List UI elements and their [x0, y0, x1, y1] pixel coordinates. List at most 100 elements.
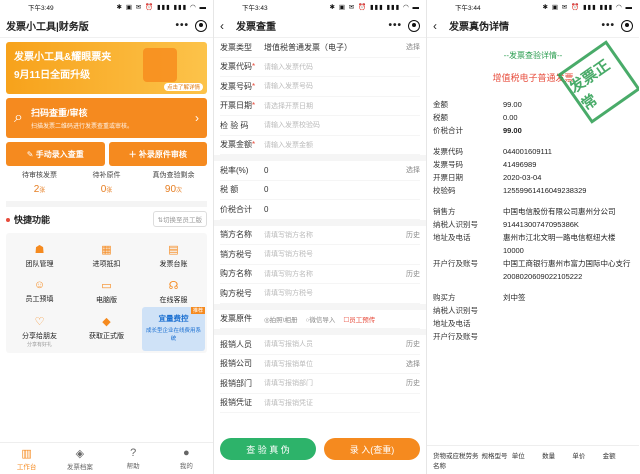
- grid-item-promo[interactable]: 推荐 宜量费控 成长型企业在线费用系统: [140, 307, 207, 351]
- verify-button[interactable]: 查 验 真 伪: [220, 438, 316, 460]
- field-label: 税率(%): [220, 165, 249, 175]
- banner-details-link[interactable]: 点击了解详情: [163, 83, 203, 91]
- company-input[interactable]: 请填写报销单位: [264, 359, 406, 369]
- amount-input[interactable]: 请输入发票金额: [264, 140, 420, 150]
- seller-taxid-input[interactable]: 请填写销方税号: [264, 249, 420, 259]
- close-target-icon[interactable]: [621, 19, 633, 32]
- history-link[interactable]: 历史: [406, 230, 420, 240]
- total-value: 99.00: [503, 126, 522, 135]
- seller-bank-row: 开户行及账号 中国工商银行惠州市富力国际中心支行 2008020609022105…: [427, 257, 639, 283]
- date-input[interactable]: 请选择开票日期: [264, 101, 420, 111]
- stat-value: 90: [164, 184, 177, 195]
- field-label: 报销部门: [220, 378, 252, 388]
- field-label: 销方名称: [220, 230, 252, 240]
- back-icon[interactable]: ‹: [433, 19, 443, 33]
- tax-rate-row[interactable]: 税率(%) 0 选择: [220, 161, 420, 181]
- buyer-name-input[interactable]: 请填写购方名称: [264, 269, 406, 279]
- checkcode-input[interactable]: 请输入发票校验码: [264, 120, 420, 130]
- select-link[interactable]: 选择: [406, 359, 420, 369]
- switch-label: 切换至员工版: [163, 217, 202, 224]
- seller-name-input[interactable]: 请填写销方名称: [264, 230, 406, 240]
- invoice-type-value: 增值税普通发票（电子）: [264, 42, 352, 52]
- manual-entry-button[interactable]: ✎ 手动录入查重: [6, 142, 105, 166]
- radio-wechat[interactable]: ○微信导入: [305, 314, 335, 324]
- close-target-icon[interactable]: [195, 19, 207, 32]
- code-row: 发票代码 044001609111: [427, 145, 639, 158]
- tax-value[interactable]: 0: [264, 185, 420, 194]
- capsule-menu[interactable]: •••: [601, 19, 633, 32]
- grid-item-official[interactable]: ◆ 获取正式版: [73, 315, 140, 343]
- grid-item-share[interactable]: ♡ 分享给朋友 分享有好礼: [6, 315, 73, 348]
- status-bar: 下午3:49 ✱ ▣ ✉ ⏰ ▮▮▮ ▮▮▮ ◠ ▬: [0, 0, 213, 14]
- field-label: 发票号码: [220, 81, 252, 91]
- reporter-input[interactable]: 请填写报销人员: [264, 339, 406, 349]
- department-input[interactable]: 请填写报销部门: [264, 378, 406, 388]
- buyer-row: 购买方 刘中签: [427, 291, 639, 304]
- radio-employee-upload[interactable]: ☐员工预传: [343, 314, 375, 324]
- tab-archive[interactable]: ◈ 发票档案: [53, 443, 106, 474]
- scan-check-button[interactable]: ⌕ 扫码查重/审核 扫描发票二维码进行发票查重或审核。 ›: [6, 98, 207, 138]
- close-target-icon[interactable]: [408, 19, 420, 32]
- select-link[interactable]: 选择: [406, 165, 420, 175]
- tab-workbench[interactable]: ▥ 工作台: [0, 443, 53, 474]
- history-link[interactable]: 历史: [406, 378, 420, 388]
- tab-mine[interactable]: ● 我的: [160, 443, 213, 474]
- seller-name-row: 销方名称 请填写销方名称 历史: [220, 226, 420, 245]
- history-link[interactable]: 历史: [406, 269, 420, 279]
- field-label: 购买方: [433, 293, 456, 302]
- capsule-menu[interactable]: •••: [388, 19, 420, 32]
- tax-row: 税额 0.00: [427, 111, 639, 124]
- pc-icon: ▭: [101, 280, 112, 292]
- grid-item-team[interactable]: ☗ 团队管理: [6, 243, 73, 271]
- number-input[interactable]: 请输入发票号码: [264, 81, 420, 91]
- radio-photo[interactable]: ◎拍照\相册: [264, 314, 297, 324]
- tax-rate-value: 0: [264, 165, 269, 175]
- total-value[interactable]: 0: [264, 205, 420, 214]
- promo-banner[interactable]: 发票小工具&耀眼票夹 9月11日全面升级 点击了解详情: [6, 42, 207, 94]
- grid-item-service[interactable]: ☊ 在线客服: [140, 279, 207, 307]
- grid-label: 分享给朋友: [22, 333, 57, 340]
- invoice-type-row[interactable]: 发票类型 增值税普通发票（电子） 选择: [220, 38, 420, 58]
- recommend-badge: 推荐: [190, 307, 205, 314]
- banner-illustration: [143, 48, 177, 82]
- history-link[interactable]: 历史: [406, 339, 420, 349]
- more-icon[interactable]: •••: [175, 20, 189, 31]
- status-bar: 下午3:43 ✱ ▣ ✉ ⏰ ▮▮▮ ▮▮▮ ◠ ▬: [214, 0, 426, 14]
- buyer-taxid-input[interactable]: 请填写购方税号: [264, 288, 420, 298]
- table-header-cell: 单位: [511, 453, 525, 460]
- stat-pending[interactable]: 待审核发票 2张: [6, 170, 73, 195]
- code-input[interactable]: 请输入发票代码: [264, 62, 420, 72]
- field-label: 税额: [433, 113, 448, 122]
- voucher-input[interactable]: 请填写报销凭证: [264, 398, 420, 408]
- field-label: 纳税人识别号: [433, 220, 478, 229]
- more-icon[interactable]: •••: [601, 20, 615, 31]
- grid-item-pc[interactable]: ▭ 电脑版: [73, 279, 140, 307]
- select-link[interactable]: 选择: [406, 42, 420, 52]
- amount-row: 发票金额* 请输入发票金额: [220, 136, 420, 155]
- grid-label: 团队管理: [25, 261, 54, 268]
- seller-addr-row: 地址及电话 惠州市江北文明一路电信枢纽大楼10000: [427, 231, 639, 257]
- edit-icon: ✎: [26, 149, 36, 159]
- scan-subtitle: 扫描发票二维码进行发票查重或审核。: [30, 124, 133, 130]
- stat-remaining[interactable]: 真伪查验剩余 90次: [140, 170, 207, 195]
- tab-bar: ▥ 工作台 ◈ 发票档案 ? 帮助 ● 我的: [0, 442, 213, 474]
- back-icon[interactable]: ‹: [220, 19, 230, 33]
- switch-employee-button[interactable]: ⇅切换至员工版: [152, 211, 207, 227]
- screen-workbench: 下午3:49 ✱ ▣ ✉ ⏰ ▮▮▮ ▮▮▮ ◠ ▬ 发票小工具|财务版 •••…: [0, 0, 213, 474]
- number-row: 发票号码 41496989: [427, 158, 639, 171]
- reporter-row: 报销人员 请填写报销人员 历史: [220, 335, 420, 355]
- tab-help[interactable]: ? 帮助: [107, 443, 160, 474]
- number-value: 41496989: [503, 160, 537, 169]
- supplement-review-button[interactable]: ＋ 补录原件审核: [108, 142, 207, 166]
- grid-item-employee[interactable]: ☺ 员工预填: [6, 279, 73, 307]
- capsule-menu[interactable]: •••: [175, 19, 207, 32]
- more-icon[interactable]: •••: [388, 20, 402, 31]
- diamond-icon: ◆: [102, 316, 111, 328]
- grid-label: 获取正式版: [89, 333, 124, 340]
- stat-unit: 张: [106, 188, 113, 194]
- enter-check-button[interactable]: 录 入(查重): [324, 438, 420, 460]
- grid-item-ledger[interactable]: ▤ 发票台账: [140, 243, 207, 271]
- field-label: 检 验 码: [220, 120, 249, 130]
- grid-item-deduct[interactable]: ▦ 进项抵扣: [73, 243, 140, 271]
- stat-supplement[interactable]: 待补原件 0张: [73, 170, 140, 195]
